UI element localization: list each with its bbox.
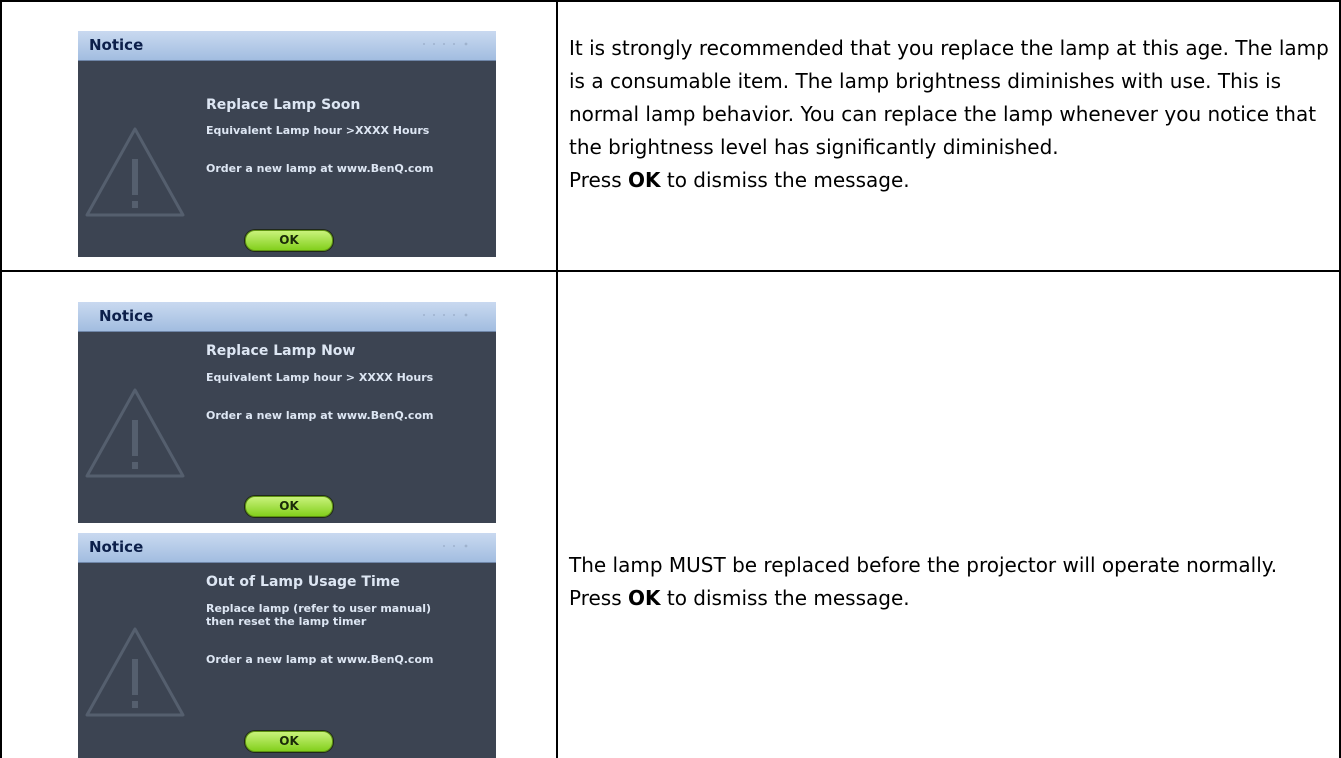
dialog-heading: Replace Lamp Now: [206, 343, 356, 359]
row-1-description: It is strongly recommended that you repl…: [569, 32, 1329, 197]
ok-button[interactable]: OK: [245, 731, 333, 752]
ok-button[interactable]: OK: [245, 496, 333, 517]
dialog-title: Notice: [99, 307, 154, 325]
dialog-order-line: Order a new lamp at www.BenQ.com: [206, 162, 434, 175]
dialog-message-line: Replace lamp (refer to user manual): [206, 602, 432, 615]
warning-triangle-icon: [85, 627, 185, 717]
table-border-left: [0, 0, 2, 758]
dialog-message-line-2: then reset the lamp timer: [206, 615, 367, 628]
dialog-order-line: Order a new lamp at www.BenQ.com: [206, 653, 434, 666]
dialog-message-line: Equivalent Lamp hour >XXXX Hours: [206, 124, 430, 137]
description-text: It is strongly recommended that you repl…: [569, 36, 1329, 159]
row-2-description: The lamp MUST be replaced before the pro…: [569, 549, 1329, 615]
titlebar-dots-decoration: [443, 544, 468, 548]
table-border-top: [0, 0, 1341, 2]
dialog-heading: Replace Lamp Soon: [206, 97, 361, 113]
warning-triangle-icon: [85, 127, 185, 217]
dialog-title: Notice: [89, 538, 144, 556]
dialog-titlebar: Notice: [78, 302, 496, 332]
dismiss-instruction: Press OK to dismiss the message.: [569, 168, 910, 192]
table-row-divider: [0, 270, 1341, 272]
replace-lamp-soon-dialog: Notice Replace Lamp Soon Equivalent Lamp…: [78, 31, 496, 257]
ok-key-label: OK: [628, 586, 661, 610]
description-text: The lamp MUST be replaced before the pro…: [569, 553, 1278, 577]
titlebar-dots-decoration: [423, 313, 468, 317]
dialog-titlebar: Notice: [78, 31, 496, 61]
dismiss-instruction: Press OK to dismiss the message.: [569, 586, 910, 610]
dialog-message-line: Equivalent Lamp hour > XXXX Hours: [206, 371, 434, 384]
replace-lamp-now-dialog: Notice Replace Lamp Now Equivalent Lamp …: [78, 302, 496, 523]
titlebar-dots-decoration: [423, 42, 468, 46]
table-column-divider: [556, 0, 558, 758]
warning-triangle-icon: [85, 388, 185, 478]
ok-key-label: OK: [628, 168, 661, 192]
ok-button[interactable]: OK: [245, 230, 333, 251]
dialog-titlebar: Notice: [78, 533, 496, 563]
out-of-lamp-usage-dialog: Notice Out of Lamp Usage Time Replace la…: [78, 533, 496, 758]
dialog-order-line: Order a new lamp at www.BenQ.com: [206, 409, 434, 422]
dialog-title: Notice: [89, 36, 144, 54]
lamp-message-table: Notice Replace Lamp Soon Equivalent Lamp…: [0, 0, 1341, 758]
dialog-heading: Out of Lamp Usage Time: [206, 574, 400, 590]
